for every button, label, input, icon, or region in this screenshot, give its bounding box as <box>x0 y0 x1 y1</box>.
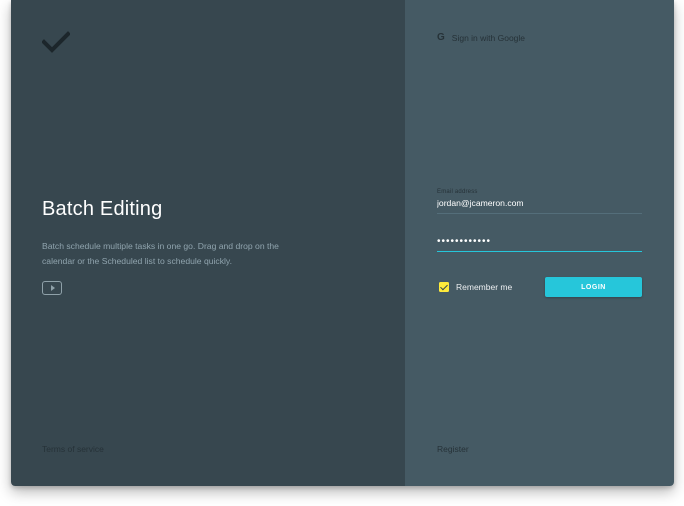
email-input[interactable] <box>437 198 642 214</box>
checkmark-icon <box>42 31 70 53</box>
google-sign-in-button[interactable]: G Sign in with Google <box>437 32 525 43</box>
feature-panel: Batch Editing Batch schedule multiple ta… <box>11 0 405 486</box>
email-field: Email address <box>437 189 642 214</box>
play-icon <box>50 285 55 291</box>
sign-in-panel: G Sign in with Google Email address Reme… <box>405 0 674 486</box>
google-g-icon: G <box>437 32 445 43</box>
play-video-button[interactable] <box>42 281 62 295</box>
email-label: Email address <box>437 189 478 195</box>
remember-me-toggle[interactable]: Remember me <box>439 282 512 292</box>
remember-me-checkbox[interactable] <box>439 282 449 292</box>
login-button[interactable]: LOGIN <box>545 277 642 297</box>
login-card: Batch Editing Batch schedule multiple ta… <box>11 0 674 486</box>
password-field <box>437 236 642 252</box>
feature-description: Batch schedule multiple tasks in one go.… <box>42 241 279 266</box>
register-link[interactable]: Register <box>437 444 469 454</box>
google-sign-in-label: Sign in with Google <box>451 32 526 43</box>
remember-me-label: Remember me <box>456 282 513 292</box>
terms-of-service-link[interactable]: Terms of service <box>42 444 104 454</box>
password-input[interactable] <box>437 236 642 252</box>
feature-title: Batch Editing <box>42 198 163 220</box>
